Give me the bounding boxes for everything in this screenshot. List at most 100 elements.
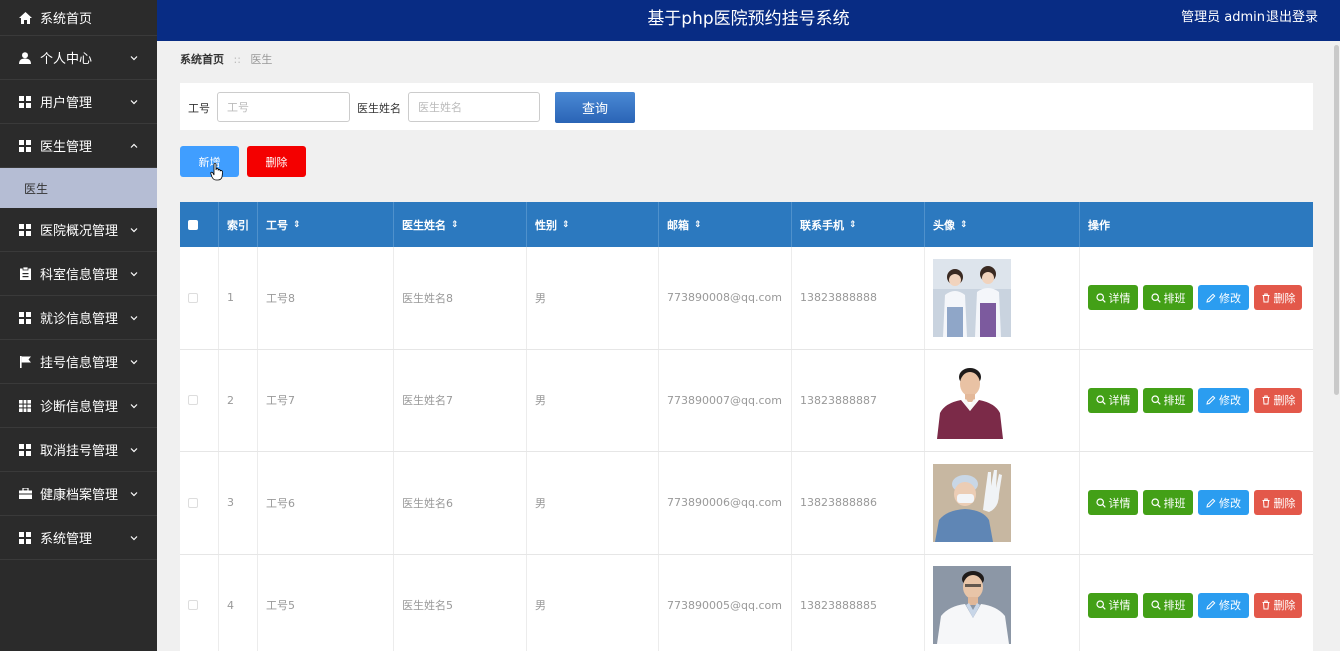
col-phone[interactable]: 联系手机 ⇕: [792, 202, 925, 247]
detail-button[interactable]: 详情: [1088, 387, 1138, 413]
chevron-down-icon: [130, 271, 138, 276]
sidebar-item-label: 诊断信息管理: [40, 400, 119, 415]
logout-link[interactable]: 退出登录: [1266, 0, 1318, 36]
name-cell: 医生姓名5: [394, 554, 527, 651]
sidebar-item-label: 医院概况管理: [40, 224, 119, 239]
col-index-label: 索引: [227, 218, 249, 232]
chevron-down-icon: [130, 359, 138, 364]
detail-button[interactable]: 详情: [1088, 490, 1138, 516]
table-row: 3 工号6 医生姓名6 男 773890006@qq.com 138238888…: [180, 452, 1313, 555]
sort-icon[interactable]: ⇕: [694, 220, 702, 230]
chevron-down-icon: [130, 55, 138, 60]
row-checkbox[interactable]: [188, 497, 198, 508]
phone-cell: 13823888888: [792, 247, 925, 349]
sidebar-item-label: 科室信息管理: [40, 268, 119, 283]
row-actions: 详情 排班 修改 删除: [1088, 387, 1302, 413]
page-scrollbar[interactable]: [1333, 41, 1340, 651]
delete-label: 删除: [1273, 291, 1296, 305]
sort-icon[interactable]: ⇕: [451, 220, 459, 230]
table-row: 2 工号7 医生姓名7 男 773890007@qq.com 138238888…: [180, 349, 1313, 452]
delete-row-button[interactable]: 删除: [1254, 592, 1302, 618]
delete-row-button[interactable]: 删除: [1254, 387, 1302, 413]
schedule-button[interactable]: 排班: [1143, 387, 1193, 413]
trash-icon: [1262, 293, 1269, 303]
select-all-checkbox[interactable]: [188, 219, 198, 230]
edit-label: 修改: [1219, 496, 1241, 510]
query-button[interactable]: 查询: [555, 92, 635, 123]
sidebar-item-registrations[interactable]: 挂号信息管理: [0, 340, 157, 384]
detail-label: 详情: [1108, 394, 1131, 408]
schedule-button[interactable]: 排班: [1143, 285, 1193, 311]
breadcrumb-home[interactable]: 系统首页: [180, 53, 224, 66]
sidebar-item-hospital-overview[interactable]: 医院概况管理: [0, 208, 157, 252]
sidebar-item-cancellations[interactable]: 取消挂号管理: [0, 428, 157, 472]
row-checkbox[interactable]: [188, 600, 198, 611]
edit-label: 修改: [1219, 599, 1241, 613]
col-name[interactable]: 医生姓名 ⇕: [394, 202, 527, 247]
sidebar-subitem-doctor[interactable]: 医生: [0, 168, 157, 208]
grid-icon: [18, 95, 32, 109]
grid-icon: [18, 223, 32, 237]
row-checkbox[interactable]: [188, 292, 198, 303]
delete-row-button[interactable]: 删除: [1254, 490, 1302, 516]
trash-icon: [1262, 600, 1269, 610]
edit-button[interactable]: 修改: [1198, 490, 1249, 516]
edit-button[interactable]: 修改: [1198, 387, 1249, 413]
schedule-label: 排班: [1163, 291, 1186, 305]
delete-row-button[interactable]: 删除: [1254, 285, 1302, 311]
email-cell: 773890008@qq.com: [659, 247, 792, 349]
sidebar-item-visits[interactable]: 就诊信息管理: [0, 296, 157, 340]
detail-label: 详情: [1108, 496, 1131, 510]
sidebar-item-system[interactable]: 系统管理: [0, 516, 157, 560]
table-icon: [18, 399, 32, 413]
row-select-cell: [180, 452, 219, 554]
schedule-button[interactable]: 排班: [1143, 592, 1193, 618]
sidebar-item-home[interactable]: 系统首页: [0, 0, 157, 36]
sidebar-item-personal[interactable]: 个人中心: [0, 36, 157, 80]
col-avatar[interactable]: 头像 ⇕: [925, 202, 1080, 247]
row-actions: 详情 排班 修改 删除: [1088, 592, 1302, 618]
col-id[interactable]: 工号 ⇕: [258, 202, 394, 247]
app-title: 基于php医院预约挂号系统: [647, 9, 850, 29]
row-checkbox[interactable]: [188, 395, 198, 406]
ops-cell: 详情 排班 修改 删除: [1080, 452, 1313, 554]
index-cell: 1: [219, 247, 258, 349]
sidebar-item-departments[interactable]: 科室信息管理: [0, 252, 157, 296]
col-email[interactable]: 邮箱 ⇕: [659, 202, 792, 247]
doctor-name-input[interactable]: [408, 92, 540, 122]
edit-button[interactable]: 修改: [1198, 285, 1249, 311]
sidebar-item-users[interactable]: 用户管理: [0, 80, 157, 124]
sidebar-item-health-records[interactable]: 健康档案管理: [0, 472, 157, 516]
col-email-label: 邮箱: [667, 218, 689, 232]
grid-icon: [18, 443, 32, 457]
phone-cell: 13823888885: [792, 554, 925, 651]
col-ops: 操作: [1080, 202, 1313, 247]
pencil-icon: [1206, 293, 1216, 303]
chevron-down-icon: [130, 535, 138, 540]
grid-icon: [18, 311, 32, 325]
schedule-button[interactable]: 排班: [1143, 490, 1193, 516]
phone-cell: 13823888886: [792, 452, 925, 554]
sort-icon[interactable]: ⇕: [293, 220, 301, 230]
sidebar-item-label: 就诊信息管理: [40, 312, 119, 327]
batch-delete-button[interactable]: 删除: [247, 146, 306, 177]
sidebar-item-label: 系统管理: [40, 532, 93, 547]
sidebar-item-doctors[interactable]: 医生管理: [0, 124, 157, 168]
sidebar-item-label: 个人中心: [40, 52, 93, 67]
delete-label: 删除: [1273, 394, 1296, 408]
col-gender[interactable]: 性别 ⇕: [527, 202, 659, 247]
sidebar-item-diagnosis[interactable]: 诊断信息管理: [0, 384, 157, 428]
sort-icon[interactable]: ⇕: [960, 220, 968, 230]
scrollbar-thumb[interactable]: [1334, 45, 1339, 395]
id-cell: 工号5: [258, 554, 394, 651]
detail-button[interactable]: 详情: [1088, 285, 1138, 311]
col-ops-label: 操作: [1088, 218, 1110, 232]
detail-button[interactable]: 详情: [1088, 592, 1138, 618]
email-cell: 773890005@qq.com: [659, 554, 792, 651]
sort-icon[interactable]: ⇕: [849, 220, 857, 230]
sidebar-item-label: 健康档案管理: [40, 488, 119, 503]
sidebar: 系统首页 个人中心 用户管理 医生管理 医生 医院概况管理 科室信息管理 就诊信…: [0, 0, 157, 651]
edit-button[interactable]: 修改: [1198, 592, 1249, 618]
sort-icon[interactable]: ⇕: [562, 220, 570, 230]
id-input[interactable]: [217, 92, 350, 122]
